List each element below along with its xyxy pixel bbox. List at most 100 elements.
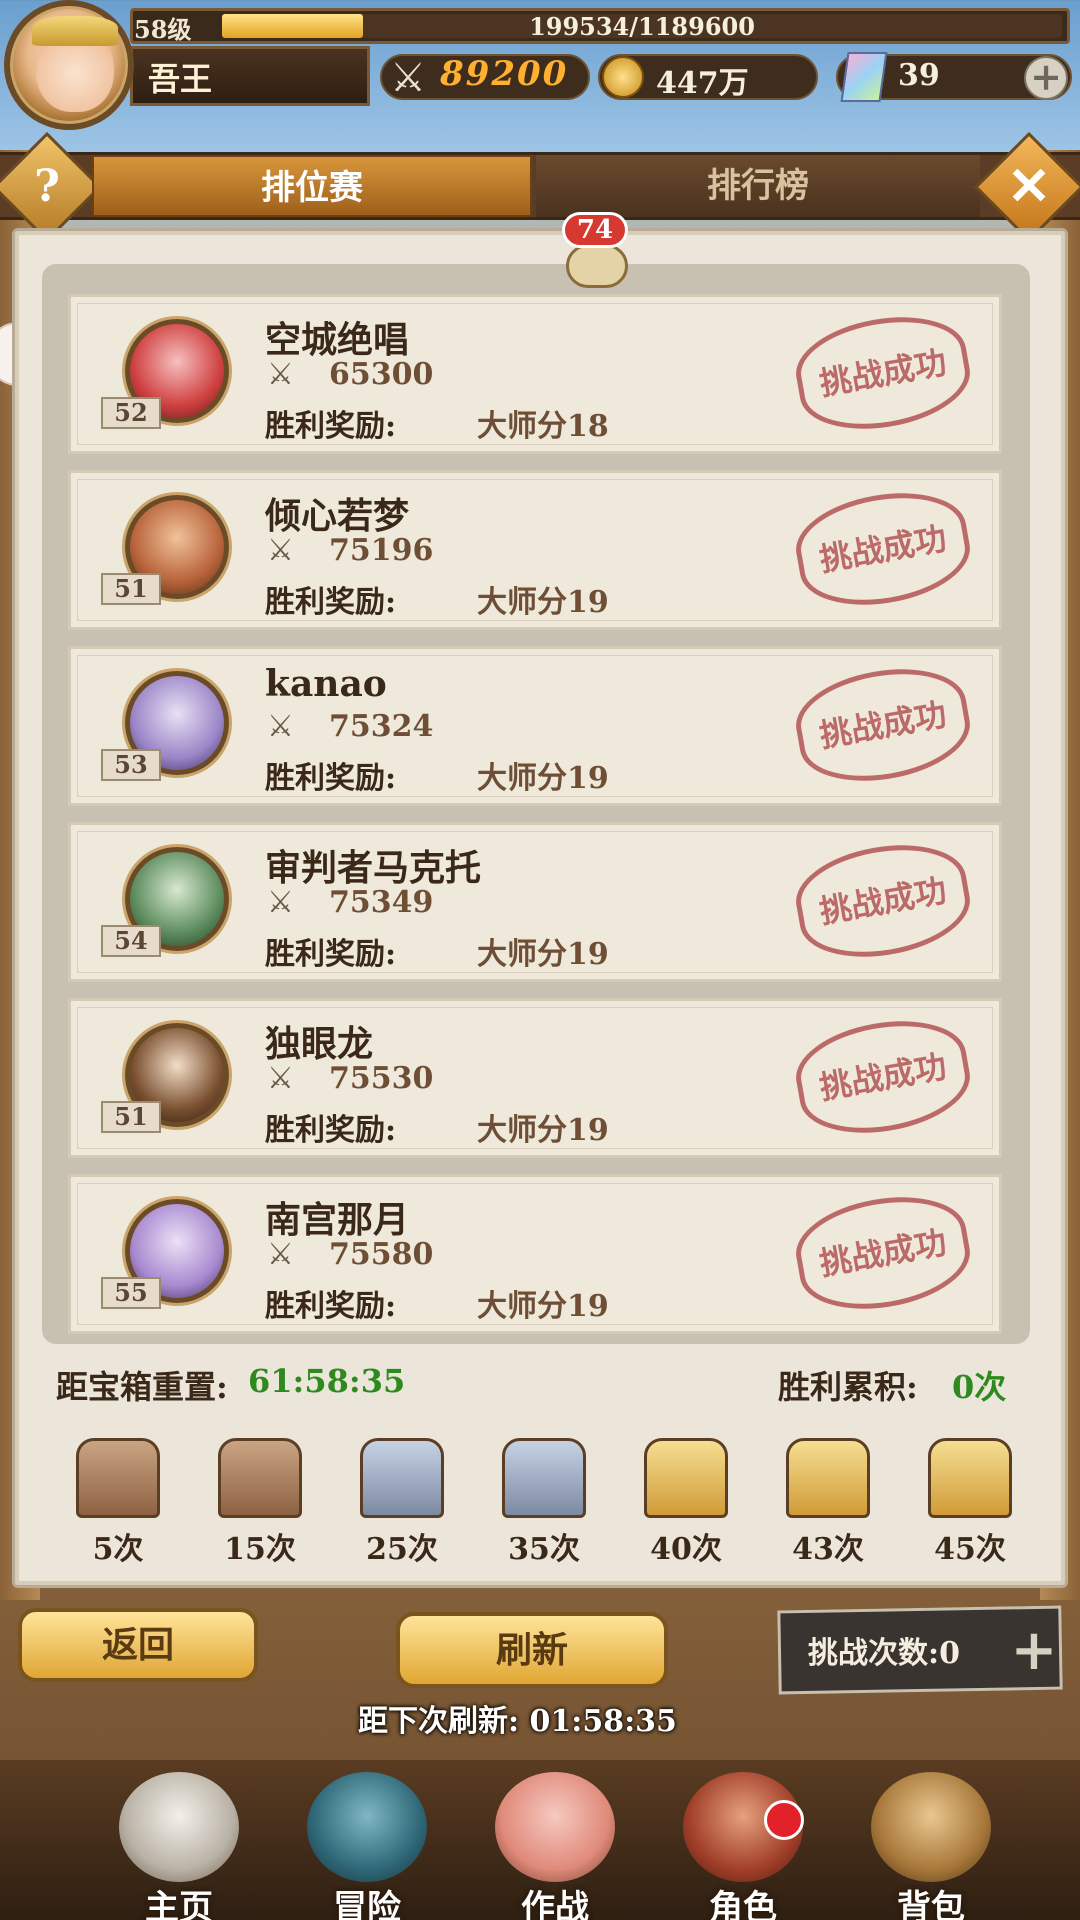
opponent-row[interactable]: 53 kanao ⚔ 75324 胜利奖励: 大师分19 挑战成功 <box>68 646 1002 806</box>
opponent-row[interactable]: 54 审判者马克托 ⚔ 75349 胜利奖励: 大师分19 挑战成功 <box>68 822 1002 982</box>
opponent-name: kanao <box>265 663 387 705</box>
crossed-swords-icon: ⚔ <box>267 1061 294 1096</box>
victory-reward-value: 大师分19 <box>477 1289 609 1324</box>
opponent-level: 55 <box>101 1277 161 1309</box>
crossed-swords-icon: ⚔ <box>267 709 294 744</box>
gold-coin-icon <box>602 56 644 98</box>
crossed-swords-icon: ⚔ <box>267 885 294 920</box>
wood-chest-icon[interactable] <box>218 1438 302 1518</box>
crossed-swords-icon: ⚔ <box>267 1237 294 1272</box>
nav-label: 冒险 <box>333 1888 401 1920</box>
victory-reward-label: 胜利奖励: <box>265 1289 397 1324</box>
nav-item-0[interactable]: 主页 <box>104 1772 254 1920</box>
gem-icon <box>840 52 888 102</box>
opponent-level: 52 <box>101 397 161 429</box>
gold-value: 447万 <box>656 66 749 101</box>
return-button[interactable]: 返回 <box>18 1608 258 1682</box>
tab-leaderboard[interactable]: 排行榜 <box>536 155 980 217</box>
opponent-row[interactable]: 51 倾心若梦 ⚔ 75196 胜利奖励: 大师分19 挑战成功 <box>68 470 1002 630</box>
chest-threshold-label: 25次 <box>366 1532 438 1567</box>
home-statue-icon <box>119 1772 239 1882</box>
wood-chest-icon[interactable] <box>76 1438 160 1518</box>
opponent-row[interactable]: 51 独眼龙 ⚔ 75530 胜利奖励: 大师分19 挑战成功 <box>68 998 1002 1158</box>
wins-accumulated-value: 0次 <box>952 1368 1007 1406</box>
player-level: 58级 <box>134 15 192 44</box>
opponent-name: 审判者马克托 <box>265 847 482 889</box>
opponent-power: 75349 <box>329 885 434 920</box>
victory-reward-value: 大师分19 <box>477 1113 609 1148</box>
opponent-name: 倾心若梦 <box>265 495 410 537</box>
nav-item-3[interactable]: 角色 <box>668 1772 818 1920</box>
victory-reward-label: 胜利奖励: <box>265 585 397 620</box>
opponent-level: 54 <box>101 925 161 957</box>
tab-ranked-match[interactable]: 排位赛 <box>92 155 532 217</box>
nav-item-4[interactable]: 背包 <box>856 1772 1006 1920</box>
nav-item-1[interactable]: 冒险 <box>292 1772 442 1920</box>
opponent-power: 65300 <box>329 357 434 392</box>
gold-chest-icon[interactable] <box>644 1438 728 1518</box>
notification-dot <box>764 1800 804 1840</box>
challenge-success-stamp: 挑战成功 <box>788 480 978 618</box>
victory-reward-label: 胜利奖励: <box>265 937 397 972</box>
victory-reward-label: 胜利奖励: <box>265 1113 397 1148</box>
power-value: 89200 <box>440 54 569 94</box>
chest-reset-label: 距宝箱重置: <box>56 1368 228 1406</box>
opponent-level: 51 <box>101 573 161 605</box>
crossed-swords-icon: ⚔ <box>267 533 294 568</box>
chest-threshold-label: 45次 <box>934 1532 1006 1567</box>
chest-threshold-label: 5次 <box>92 1532 144 1567</box>
challenge-success-stamp: 挑战成功 <box>788 832 978 970</box>
battle-girl-icon <box>495 1772 615 1882</box>
silver-chest-icon[interactable] <box>502 1438 586 1518</box>
opponent-row[interactable]: 52 空城绝唱 ⚔ 65300 胜利奖励: 大师分18 挑战成功 <box>68 294 1002 454</box>
victory-reward-value: 大师分19 <box>477 937 609 972</box>
chest-reset-timer: 61:58:35 <box>248 1362 406 1400</box>
wins-accumulated-label: 胜利累积: <box>778 1368 918 1406</box>
victory-reward-label: 胜利奖励: <box>265 761 397 796</box>
refresh-button[interactable]: 刷新 <box>396 1612 668 1688</box>
chest-threshold-label: 40次 <box>650 1532 722 1567</box>
opponent-name: 南宫那月 <box>265 1199 410 1241</box>
adventure-gate-icon <box>307 1772 427 1882</box>
crossed-swords-icon: ⚔ <box>390 55 426 101</box>
challenge-success-stamp: 挑战成功 <box>788 304 978 442</box>
victory-reward-value: 大师分19 <box>477 585 609 620</box>
nav-label: 角色 <box>709 1888 777 1920</box>
player-name: 吾王 <box>148 60 213 98</box>
opponent-power: 75580 <box>329 1237 434 1272</box>
question-icon[interactable]: ? <box>10 154 84 220</box>
victory-reward-value: 大师分18 <box>477 409 609 444</box>
opponent-row[interactable]: 55 南宫那月 ⚔ 75580 胜利奖励: 大师分19 挑战成功 <box>68 1174 1002 1334</box>
opponent-name: 空城绝唱 <box>265 319 410 361</box>
gem-value: 39 <box>898 58 940 93</box>
add-gems-button[interactable]: + <box>1024 56 1068 100</box>
silver-chest-icon[interactable] <box>360 1438 444 1518</box>
nav-label: 作战 <box>521 1888 589 1920</box>
chat-unread-badge: 74 <box>562 212 628 248</box>
opponent-power: 75324 <box>329 709 434 744</box>
exp-text: 199534/1189600 <box>529 12 755 41</box>
opponent-level: 51 <box>101 1101 161 1133</box>
close-icon[interactable]: ✕ <box>992 152 1066 222</box>
nav-item-2[interactable]: 作战 <box>480 1772 630 1920</box>
victory-reward-value: 大师分19 <box>477 761 609 796</box>
next-refresh-timer: 距下次刷新: 01:58:35 <box>358 1704 677 1739</box>
chest-threshold-label: 43次 <box>792 1532 864 1567</box>
gold-chest-icon[interactable] <box>928 1438 1012 1518</box>
player-avatar[interactable] <box>4 0 134 130</box>
avatar-crown <box>32 16 118 46</box>
chat-bubble-icon[interactable] <box>566 244 628 288</box>
add-challenge-button[interactable]: + <box>1008 1616 1060 1684</box>
nav-label: 背包 <box>897 1888 965 1920</box>
challenge-success-stamp: 挑战成功 <box>788 1184 978 1322</box>
gold-chest-icon[interactable] <box>786 1438 870 1518</box>
challenge-success-stamp: 挑战成功 <box>788 656 978 794</box>
challenge-count-label: 挑战次数:0 <box>808 1636 960 1671</box>
opponent-name: 独眼龙 <box>265 1023 374 1065</box>
opponent-power: 75530 <box>329 1061 434 1096</box>
crossed-swords-icon: ⚔ <box>267 357 294 392</box>
backpack-icon <box>871 1772 991 1882</box>
chest-threshold-label: 15次 <box>224 1532 296 1567</box>
chest-threshold-label: 35次 <box>508 1532 580 1567</box>
victory-reward-label: 胜利奖励: <box>265 409 397 444</box>
